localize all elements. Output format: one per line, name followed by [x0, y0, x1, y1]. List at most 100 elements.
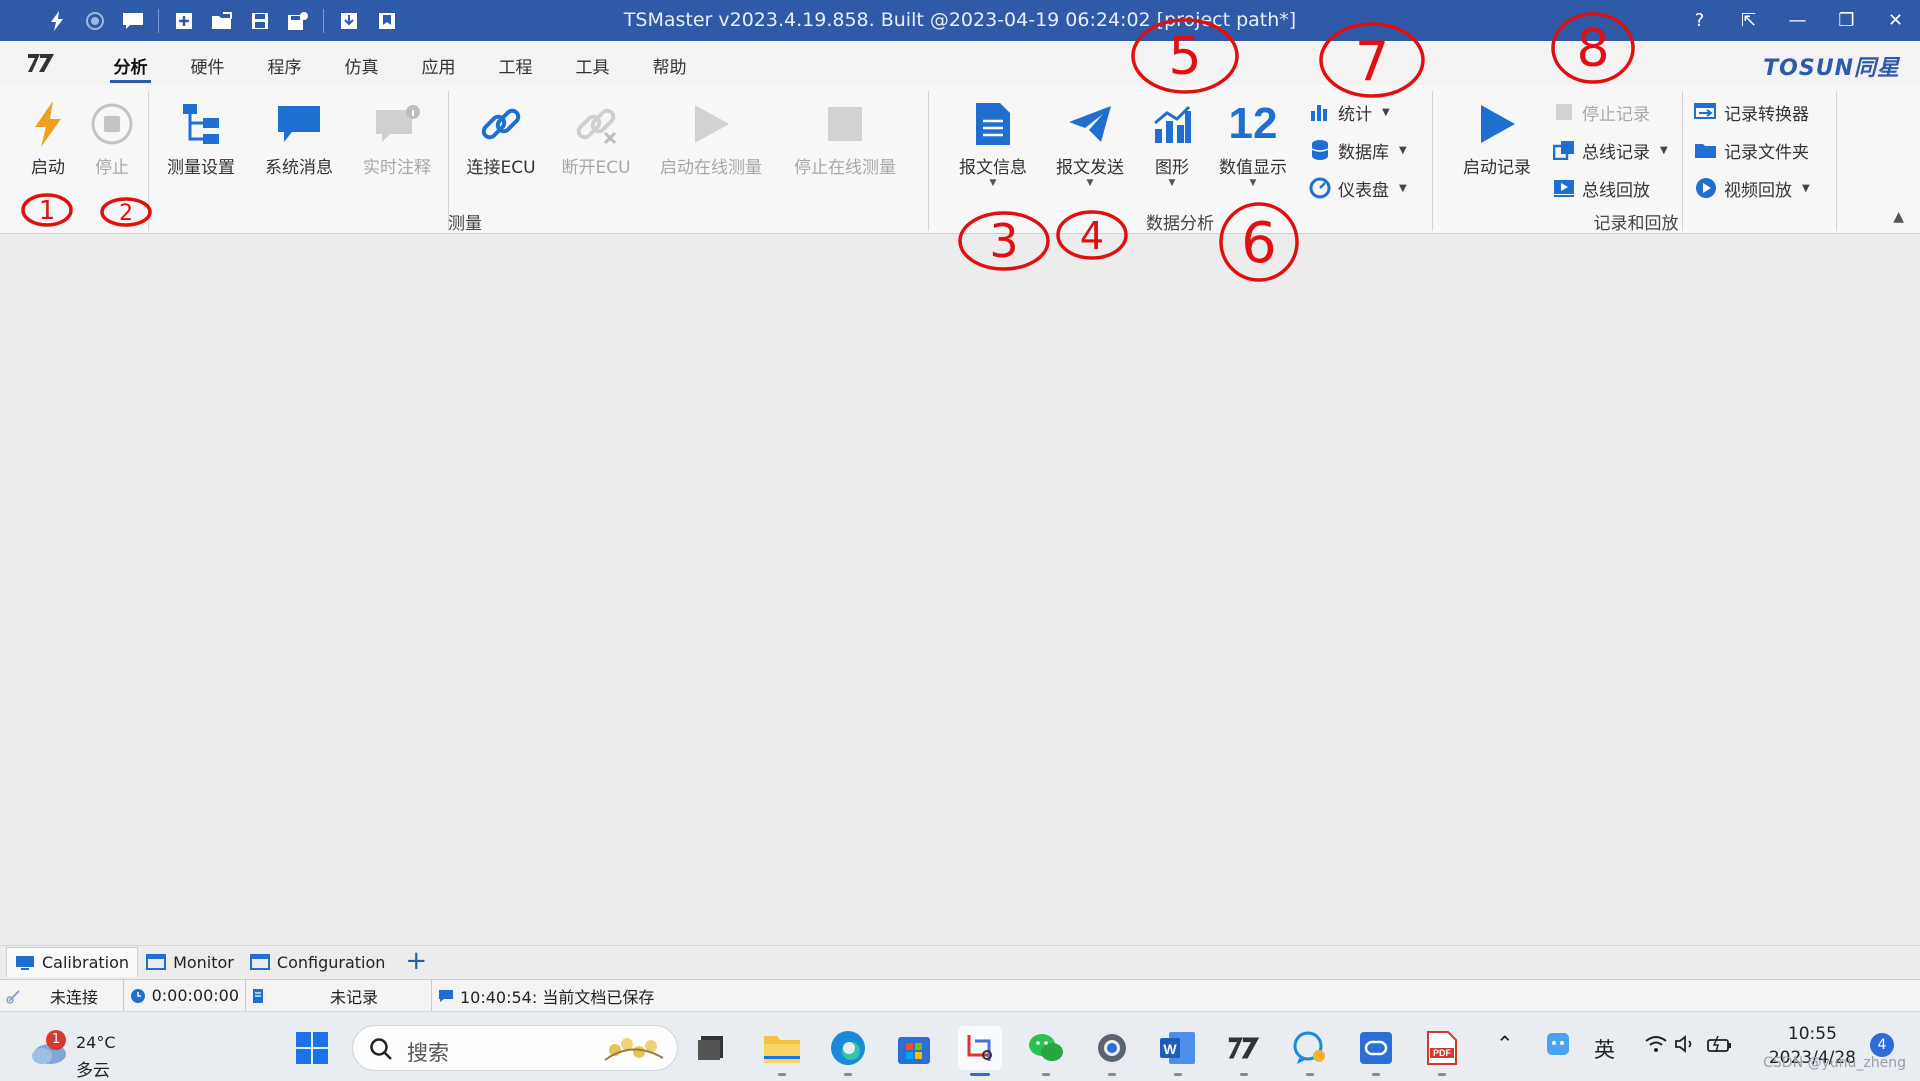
tab-program[interactable]: 程序 [246, 41, 323, 85]
tab-project[interactable]: 工程 [477, 41, 554, 85]
taskbar-pdf-reader[interactable]: PDF [1420, 1026, 1464, 1076]
record-converter-button[interactable]: 记录转换器 [1694, 98, 1809, 126]
connection-status: 未连接 [0, 979, 124, 1012]
status-message-text: 10:40:54: 当前文档已保存 [460, 987, 655, 1007]
send-plane-icon [1069, 106, 1111, 142]
taskbar-wechat[interactable] [1024, 1026, 1068, 1076]
record-converter-label: 记录转换器 [1724, 104, 1809, 125]
battery-icon[interactable] [1706, 1034, 1734, 1059]
collapse-ribbon-icon[interactable]: ▲ [1893, 209, 1904, 225]
taskbar-remote-app[interactable] [1354, 1026, 1398, 1076]
taskbar-tsmaster[interactable] [1222, 1026, 1266, 1076]
tab-configuration[interactable]: Configuration [242, 947, 394, 977]
menu-tabs: 分析 硬件 程序 仿真 应用 工程 工具 帮助 [92, 41, 708, 85]
realtime-comment-button[interactable]: 实时注释 [352, 95, 442, 178]
graphics-label: 图形 [1155, 158, 1189, 178]
running-indicator [1042, 1073, 1050, 1076]
taskbar-chat-app[interactable] [1288, 1026, 1332, 1076]
taskbar: 1 24°C 多云 搜索 W PDF ⌃ 英 10:55 2023/4/28 4… [0, 1011, 1920, 1081]
wechat-icon [1029, 1034, 1063, 1061]
tab-help[interactable]: 帮助 [631, 41, 708, 85]
stop-record-button[interactable]: 停止记录 [1552, 98, 1650, 126]
brand-logo: TOSUN同星 [1763, 56, 1900, 81]
system-message-label: 系统消息 [265, 158, 333, 178]
measure-setup-button[interactable]: 测量设置 [158, 95, 244, 178]
record-folder-button[interactable]: 记录文件夹 [1694, 136, 1809, 164]
tab-simulation[interactable]: 仿真 [323, 41, 400, 85]
help-button[interactable]: ? [1675, 0, 1724, 41]
running-indicator [1240, 1073, 1248, 1076]
volume-icon [1675, 1035, 1692, 1053]
weather-widget[interactable]: 1 24°C 多云 [26, 1022, 136, 1081]
search-highlight-icon [604, 1038, 664, 1061]
connect-ecu-label: 连接ECU [466, 158, 536, 178]
dashboard-label: 仪表盘 [1338, 180, 1389, 201]
system-message-button[interactable]: 系统消息 [256, 95, 342, 178]
chevron-down-icon: ▼ [1399, 182, 1407, 194]
tsmaster-logo-icon [28, 54, 54, 72]
notification-badge[interactable]: 4 [1870, 1033, 1894, 1057]
video-playback-button[interactable]: 视频回放 ▼ [1694, 174, 1810, 202]
taskbar-snipping-tool[interactable] [958, 1026, 1002, 1076]
start-record-button[interactable]: 启动记录 [1452, 95, 1542, 178]
separator [928, 91, 929, 231]
stats-button[interactable]: 统计 ▼ [1308, 98, 1390, 126]
window-controls: ? ⇱ — ❐ ✕ [1675, 0, 1920, 41]
wifi-icon [1645, 1036, 1667, 1052]
taskbar-edge[interactable] [826, 1026, 870, 1076]
running-indicator [1174, 1073, 1182, 1076]
tray-app-icon[interactable] [1546, 1032, 1570, 1061]
taskbar-store[interactable] [892, 1026, 936, 1070]
show-hidden-icons-button[interactable]: ⌃ [1496, 1032, 1514, 1056]
stop-online-measure-button[interactable]: 停止在线测量 [784, 95, 906, 178]
minimize-button[interactable]: — [1773, 0, 1822, 41]
disconnect-ecu-button[interactable]: 断开ECU [552, 95, 640, 178]
stop-label: 停止 [95, 158, 129, 178]
pdf-icon: PDF [1427, 1031, 1457, 1065]
tab-tools[interactable]: 工具 [554, 41, 631, 85]
restore-ribbon-button[interactable]: ⇱ [1724, 0, 1773, 41]
tab-monitor[interactable]: Monitor [138, 947, 242, 977]
document-icon [976, 103, 1010, 145]
taskbar-task-view[interactable] [690, 1026, 734, 1070]
start-online-measure-label: 启动在线测量 [660, 158, 762, 178]
wifi-icon[interactable] [1644, 1034, 1668, 1059]
close-button[interactable]: ✕ [1871, 0, 1920, 41]
tab-hardware[interactable]: 硬件 [169, 41, 246, 85]
start-button[interactable]: 启动 [12, 95, 84, 178]
add-tab-button[interactable]: + [393, 947, 439, 977]
ime-indicator[interactable]: 英 [1594, 1034, 1615, 1064]
taskbar-search[interactable]: 搜索 [352, 1025, 678, 1071]
start-menu-button[interactable] [290, 1026, 334, 1070]
bus-playback-button[interactable]: 总线回放 [1552, 174, 1650, 202]
start-online-measure-button[interactable]: 启动在线测量 [650, 95, 772, 178]
chevron-down-icon: ▼ [1249, 178, 1257, 188]
running-indicator [1108, 1073, 1116, 1076]
database-button[interactable]: 数据库 ▼ [1308, 136, 1407, 164]
tsmaster-logo-icon [1228, 1037, 1260, 1059]
separator [1432, 91, 1433, 231]
tab-application[interactable]: 应用 [400, 41, 477, 85]
dashboard-button[interactable]: 仪表盘 ▼ [1308, 174, 1407, 202]
volume-icon[interactable] [1674, 1034, 1698, 1059]
maximize-button[interactable]: ❐ [1822, 0, 1871, 41]
connect-ecu-button[interactable]: 连接ECU [458, 95, 544, 178]
message-info-button[interactable]: 报文信息 ▼ [952, 95, 1034, 188]
taskbar-file-explorer[interactable] [760, 1026, 804, 1076]
bus-record-button[interactable]: 总线记录 ▼ [1552, 136, 1668, 164]
group-label-measure: 测量 [448, 214, 482, 234]
message-send-label: 报文发送 [1056, 158, 1124, 178]
elapsed-time: 0:00:00:00 [124, 979, 246, 1012]
status-bar: 未连接 0:00:00:00 未记录 10:40:54: 当前文档已保存 [0, 979, 1920, 1012]
message-send-button[interactable]: 报文发送 ▼ [1048, 95, 1132, 188]
graphics-button[interactable]: 图形 ▼ [1144, 95, 1200, 188]
database-label: 数据库 [1338, 142, 1389, 163]
chevron-down-icon: ▼ [1168, 178, 1176, 188]
tab-analysis[interactable]: 分析 [92, 41, 169, 85]
stop-button[interactable]: 停止 [76, 95, 148, 178]
taskbar-word[interactable]: W [1156, 1026, 1200, 1076]
comment-info-icon [376, 105, 420, 142]
tab-calibration[interactable]: Calibration [6, 947, 139, 977]
value-display-button[interactable]: 12 数值显示 ▼ [1212, 95, 1294, 188]
taskbar-settings[interactable] [1090, 1026, 1134, 1076]
